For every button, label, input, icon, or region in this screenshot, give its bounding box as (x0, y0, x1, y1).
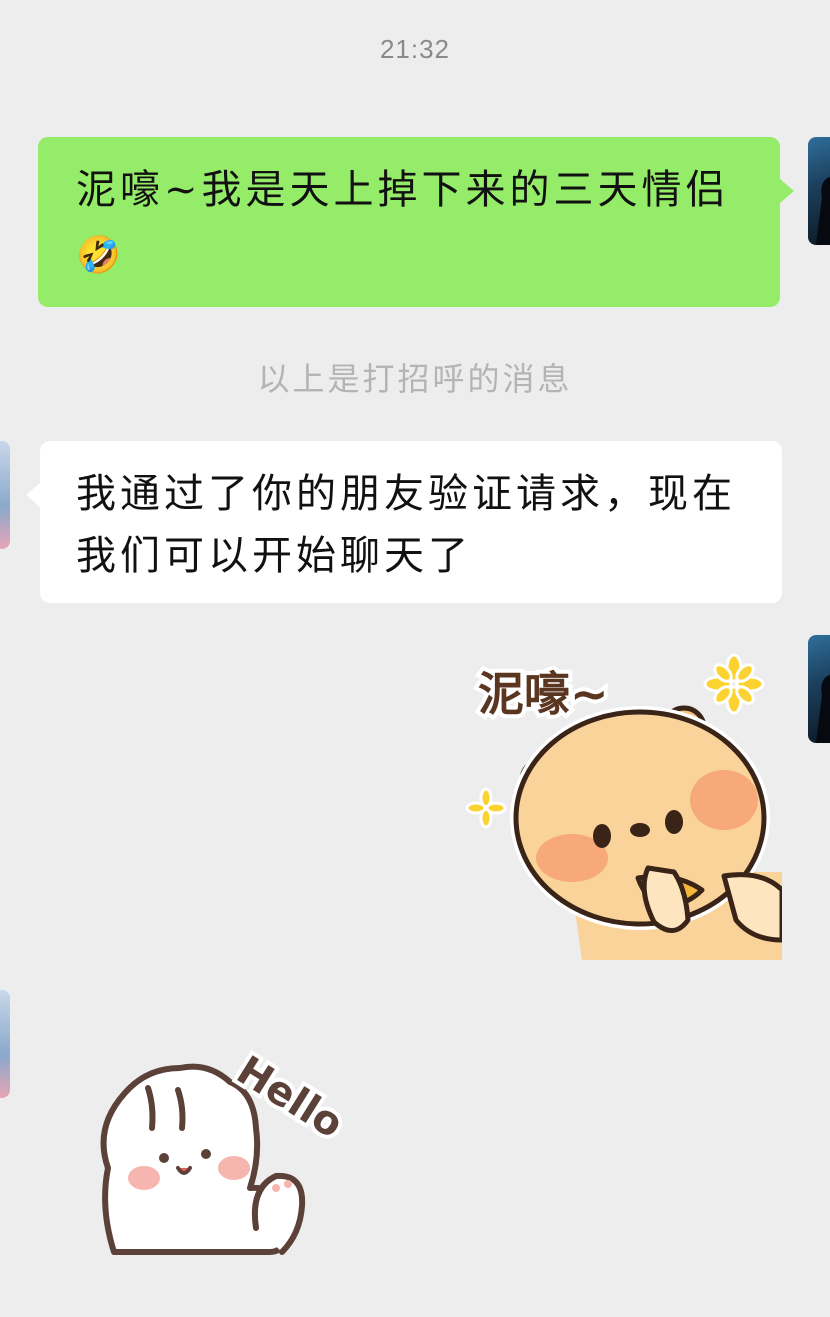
silhouette-icon (816, 177, 830, 245)
bunny-hello-sticker[interactable]: Hello (84, 1038, 355, 1264)
contact-avatar[interactable] (0, 441, 10, 549)
rolling-laughing-emoji-icon: 🤣 (76, 235, 121, 276)
message-bubble-outgoing[interactable]: 泥嚎~我是天上掉下来的三天情侣 🤣 (38, 137, 794, 307)
message-text: 泥嚎~我是天上掉下来的三天情侣 (76, 167, 730, 213)
bear-greeting-sticker[interactable]: 泥嚎~ (462, 640, 785, 960)
bear-sticker-graphic: 泥嚎~ (465, 653, 785, 960)
silhouette-icon (816, 675, 830, 743)
my-avatar[interactable] (808, 137, 830, 245)
greeting-system-note: 以上是打招呼的消息 (257, 360, 573, 398)
my-avatar[interactable] (808, 635, 830, 743)
bunny-sticker-graphic: Hello (100, 1043, 355, 1255)
sticker-caption: 泥嚎~ (478, 667, 609, 721)
message-bubble-incoming[interactable]: 我通过了你的朋友验证请求，现在我们可以开始聊天了 (26, 441, 782, 603)
contact-avatar[interactable] (0, 990, 10, 1098)
message-timestamp: 21:32 (379, 34, 451, 64)
message-text: 我通过了你的朋友验证请求，现在我们可以开始聊天了 (76, 471, 736, 579)
